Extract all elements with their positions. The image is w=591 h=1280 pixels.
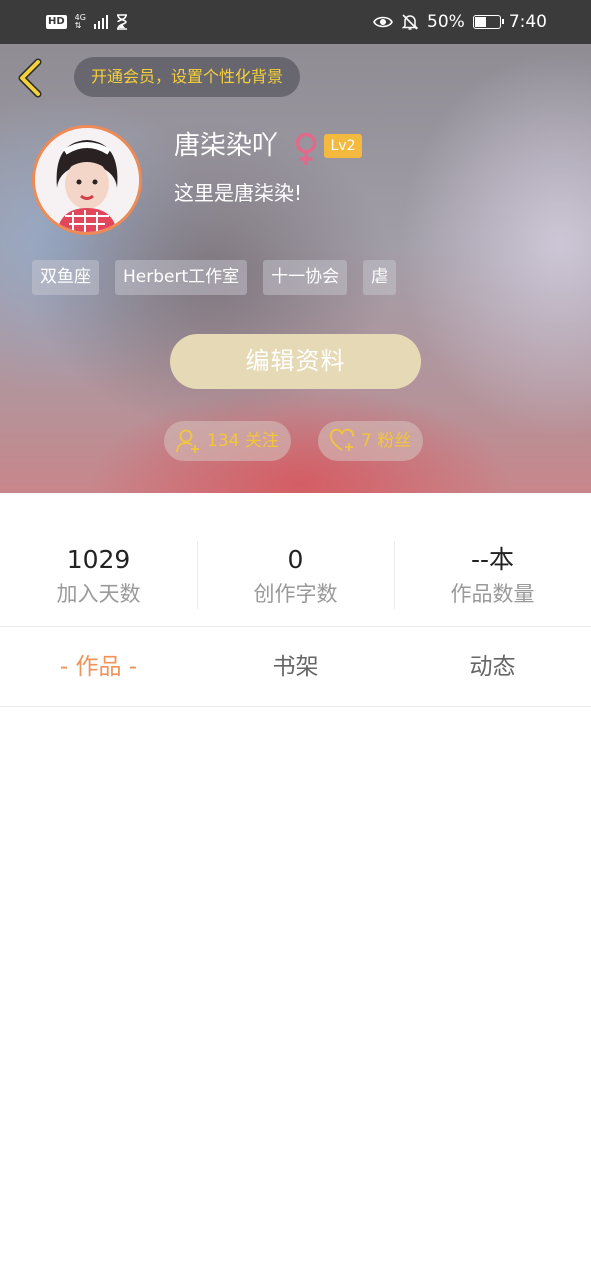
tab-activity[interactable]: 动态 — [394, 628, 591, 706]
content-area — [0, 708, 591, 1280]
stat-label: 加入天数 — [56, 582, 141, 606]
following-count: 134 关注 — [207, 431, 279, 451]
hourglass-icon — [116, 14, 127, 30]
fans-button[interactable]: 7 粉丝 — [318, 421, 424, 461]
status-bar: HD 4G ⇅ 50% 7:40 — [0, 0, 591, 44]
tag-list: 双鱼座 Herbert工作室 十一协会 虐 — [32, 260, 397, 295]
stat-value: 0 — [287, 545, 304, 574]
bio-text: 这里是唐柒染! — [174, 181, 303, 205]
profile-header: 开通会员，设置个性化背景 唐柒染吖 Lv2 这里是唐柒染! 双鱼座 Herber… — [0, 44, 591, 493]
hd-icon: HD — [46, 15, 67, 29]
tag-item: 虐 — [363, 260, 397, 295]
tag-item: Herbert工作室 — [115, 260, 248, 295]
stat-label: 作品数量 — [450, 582, 535, 606]
stats-row: 1029 加入天数 0 创作字数 --本 作品数量 — [0, 493, 591, 627]
battery-icon — [472, 15, 504, 29]
network-type: 4G ⇅ — [74, 13, 86, 30]
tag-item: 十一协会 — [263, 260, 348, 295]
vip-background-banner[interactable]: 开通会员，设置个性化背景 — [74, 57, 301, 97]
stat-label: 创作字数 — [253, 582, 338, 606]
status-right: 50% 7:40 — [373, 12, 547, 32]
mute-bell-icon — [401, 14, 419, 30]
stat-value: --本 — [470, 545, 515, 574]
back-arrow-icon[interactable] — [14, 58, 50, 98]
female-icon — [295, 132, 317, 165]
stat-word-count: 0 创作字数 — [197, 493, 394, 626]
eye-icon — [373, 16, 393, 28]
tag-item: 双鱼座 — [32, 260, 99, 295]
tab-bar: - 作品 - 书架 动态 — [0, 628, 591, 707]
signal-icon — [93, 15, 108, 29]
level-badge: Lv2 — [324, 134, 362, 158]
stat-works-count: --本 作品数量 — [394, 493, 591, 626]
user-add-icon — [176, 429, 199, 453]
nickname: 唐柒染吖 — [174, 131, 279, 161]
clock: 7:40 — [508, 12, 547, 32]
battery-percent: 50% — [427, 12, 465, 32]
profile-page: HD 4G ⇅ 50% 7:40 开通会员，设置个性化背景 唐柒染吖 Lv2 这… — [0, 0, 591, 1280]
tab-bookshelf[interactable]: 书架 — [197, 628, 394, 706]
stat-value: 1029 — [66, 545, 131, 574]
avatar[interactable] — [32, 125, 142, 235]
tab-works[interactable]: - 作品 - — [0, 628, 197, 706]
edit-profile-button[interactable]: 编辑资料 — [170, 334, 421, 389]
fans-count: 7 粉丝 — [361, 431, 412, 451]
heart-add-icon — [330, 428, 354, 451]
following-button[interactable]: 134 关注 — [164, 421, 291, 461]
status-left: HD 4G ⇅ — [46, 14, 128, 30]
avatar-image — [35, 128, 139, 232]
stat-join-days: 1029 加入天数 — [0, 493, 197, 626]
